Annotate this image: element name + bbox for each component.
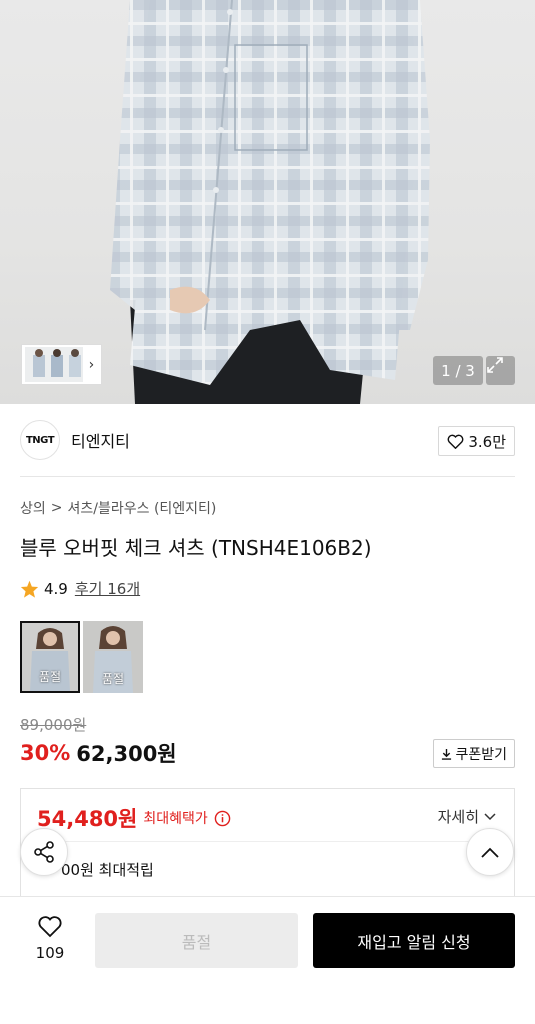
breadcrumb-item-category[interactable]: 상의 <box>20 498 46 518</box>
share-icon <box>34 841 54 863</box>
bottom-action-bar: 109 품절 재입고 알림 신청 <box>0 896 535 1024</box>
soldout-button: 품절 <box>95 913 298 968</box>
image-counter: 1 / 3 <box>433 356 483 385</box>
breadcrumb-separator-icon: > <box>50 500 63 516</box>
original-price: 89,000원 <box>20 716 87 734</box>
divider <box>37 841 499 842</box>
breadcrumb-item-subcategory[interactable]: 셔츠/블라우스 (티엔지티) <box>68 498 217 518</box>
soldout-label: 품절 <box>38 670 62 684</box>
coupon-button[interactable]: 쿠폰받기 <box>433 739 515 768</box>
review-link[interactable]: 후기 16개 <box>75 578 140 599</box>
chevron-up-icon <box>481 847 499 858</box>
option-swatches: 품절 품절 <box>20 621 143 693</box>
wish-button[interactable]: 109 <box>25 915 75 962</box>
heart-icon <box>38 916 62 938</box>
star-icon <box>20 580 39 598</box>
chevron-down-icon <box>484 812 496 820</box>
brand-row[interactable]: TNGT 티엔지티 3.6만 <box>20 420 515 460</box>
rating-value: 4.9 <box>44 579 68 598</box>
expand-button[interactable] <box>486 356 515 385</box>
share-button[interactable] <box>20 828 68 876</box>
breadcrumb: 상의 > 셔츠/블라우스 (티엔지티) <box>20 498 216 518</box>
max-benefit: 54,480원 최대혜택가 <box>37 803 231 833</box>
info-icon[interactable] <box>214 810 231 827</box>
product-image[interactable]: › 1 / 3 <box>0 0 535 404</box>
points-info: 00원 최대적립 <box>61 861 154 879</box>
divider <box>20 476 515 477</box>
benefit-box: 54,480원 최대혜택가 자세히 00원 최대적립 <box>20 788 515 908</box>
swatch-option-2[interactable]: 품절 <box>83 621 143 693</box>
restock-alert-button[interactable]: 재입고 알림 신청 <box>313 913 515 968</box>
soldout-label: 품절 <box>101 672 125 686</box>
sale-price: 62,300원 <box>76 742 177 766</box>
wish-count: 109 <box>35 944 65 962</box>
detail-toggle[interactable]: 자세히 <box>438 806 496 827</box>
swatch-option-1[interactable]: 품절 <box>20 621 80 693</box>
discount-rate: 30% <box>20 741 71 765</box>
brand-like-button[interactable]: 3.6만 <box>438 426 515 456</box>
expand-icon <box>487 357 503 373</box>
brand-like-count: 3.6만 <box>468 432 506 451</box>
heart-icon <box>447 434 464 449</box>
brand-logo[interactable]: TNGT <box>20 420 60 460</box>
max-benefit-label: 최대혜택가 <box>143 811 208 827</box>
thumbnail-strip[interactable]: › <box>21 344 102 385</box>
brand-name[interactable]: 티엔지티 <box>71 428 130 452</box>
coupon-label: 쿠폰받기 <box>455 746 507 763</box>
thumbnail-preview[interactable] <box>25 347 83 382</box>
scroll-top-button[interactable] <box>466 828 514 876</box>
detail-label: 자세히 <box>437 808 479 826</box>
rating-row: 4.9 후기 16개 <box>20 578 140 599</box>
product-title: 블루 오버핏 체크 셔츠 (TNSH4E106B2) <box>20 536 372 560</box>
chevron-right-icon[interactable]: › <box>85 357 98 373</box>
sale-price-row: 30% 62,300원 <box>20 738 177 768</box>
download-icon <box>442 748 452 760</box>
